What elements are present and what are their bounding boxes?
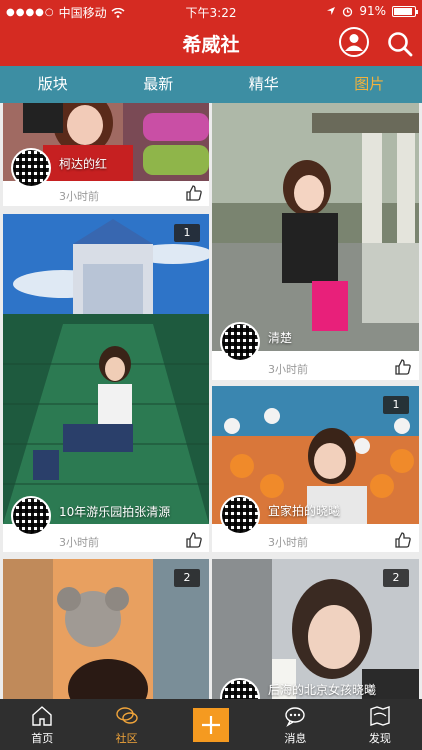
- nav-messages[interactable]: 消息: [253, 699, 337, 750]
- photo-count-badge: 1: [174, 224, 200, 242]
- plus-icon: [202, 715, 221, 734]
- tab-photos[interactable]: 图片: [317, 66, 422, 103]
- avatar[interactable]: [220, 322, 260, 362]
- post-card[interactable]: 1 宜家拍的晓曦 3小时前: [212, 386, 419, 552]
- nav-discover[interactable]: 发现: [338, 699, 422, 750]
- tab-sections[interactable]: 版块: [0, 66, 106, 103]
- app-header: ●●●●○ 中国移动 下午3:22 91% 希威社: [0, 0, 422, 66]
- map-icon: [370, 705, 390, 726]
- photo-feed[interactable]: 柯达的红 3小时前 清楚 3小时前 1 10年游乐园拍张清源 3小时前 1 宜家…: [0, 103, 422, 699]
- post-title: 宜家拍的晓曦: [268, 504, 341, 518]
- post-title: 清楚: [268, 331, 293, 345]
- like-icon[interactable]: [394, 358, 412, 376]
- nav-community[interactable]: 社区: [84, 699, 168, 750]
- user-icon: [345, 34, 363, 51]
- alarm-icon: [343, 6, 353, 17]
- avatar[interactable]: [11, 148, 51, 188]
- post-photo: [212, 103, 419, 351]
- post-card[interactable]: 1 10年游乐园拍张清源 3小时前: [3, 214, 209, 552]
- add-post-button[interactable]: [193, 707, 230, 742]
- post-card[interactable]: 清楚 3小时前: [212, 103, 419, 380]
- tab-featured[interactable]: 精华: [211, 66, 317, 103]
- post-title: 后海的北京女孩晓曦: [268, 683, 377, 697]
- like-icon[interactable]: [394, 531, 412, 549]
- post-time: 3小时前: [268, 536, 308, 549]
- post-card[interactable]: 2: [3, 559, 209, 699]
- post-title: 柯达的红: [59, 157, 108, 171]
- nav-home[interactable]: 首页: [0, 699, 84, 750]
- nav-messages-label: 消息: [284, 731, 307, 745]
- photo-count-badge: 2: [174, 569, 200, 587]
- photo-count-badge: 1: [383, 396, 409, 414]
- nav-community-label: 社区: [115, 731, 138, 745]
- nav-discover-label: 发现: [368, 731, 391, 745]
- like-icon[interactable]: [185, 184, 203, 202]
- profile-button[interactable]: [339, 27, 369, 57]
- status-bar: ●●●●○ 中国移动 下午3:22 91%: [0, 0, 422, 22]
- post-card[interactable]: 2 后海的北京女孩晓曦: [212, 559, 419, 699]
- avatar[interactable]: [220, 495, 260, 535]
- post-title: 10年游乐园拍张清源: [59, 505, 171, 519]
- post-time: 3小时前: [268, 363, 308, 376]
- battery-percent: 91%: [359, 4, 386, 18]
- photo-count-badge: 2: [383, 569, 409, 587]
- bottom-nav: 首页 社区 消息 发现: [0, 699, 422, 750]
- category-tabs: 版块 最新 精华 图片: [0, 66, 422, 103]
- search-icon[interactable]: [386, 30, 414, 58]
- message-icon: [285, 706, 306, 727]
- post-time: 3小时前: [59, 536, 99, 549]
- tab-latest[interactable]: 最新: [106, 66, 212, 103]
- like-icon[interactable]: [185, 531, 203, 549]
- home-icon: [32, 705, 52, 726]
- chat-bubble-icon: [115, 706, 138, 724]
- battery-icon: [392, 5, 418, 17]
- post-photo: [3, 214, 209, 524]
- location-icon: [327, 7, 336, 15]
- avatar[interactable]: [11, 496, 51, 536]
- nav-home-label: 首页: [31, 731, 54, 745]
- nav-post[interactable]: [169, 699, 253, 750]
- post-card[interactable]: 柯达的红 3小时前: [3, 103, 209, 206]
- post-time: 3小时前: [59, 190, 99, 203]
